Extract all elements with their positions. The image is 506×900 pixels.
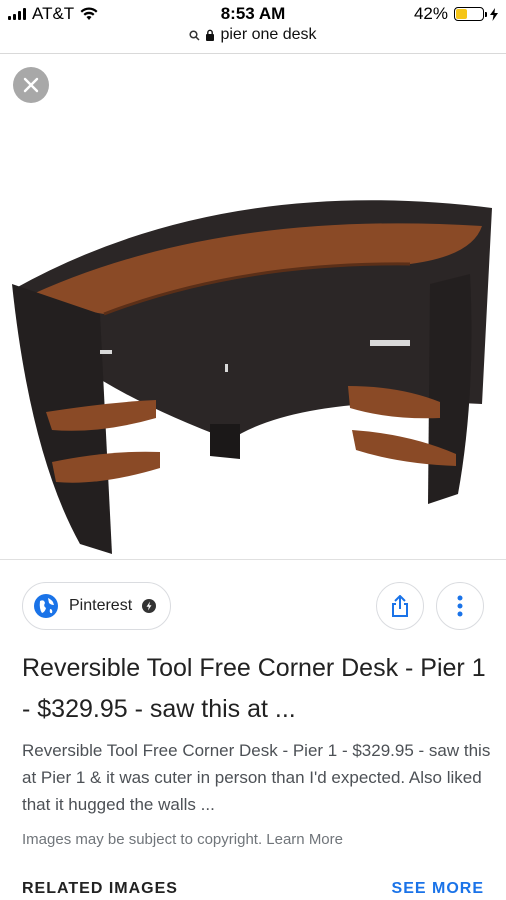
search-icon [189, 29, 200, 41]
close-button[interactable] [13, 67, 49, 103]
amp-lightning-icon [142, 599, 157, 613]
copyright-notice[interactable]: Images may be subject to copyright. Lear… [22, 831, 343, 848]
globe-icon [34, 594, 58, 618]
share-button[interactable] [376, 582, 424, 630]
charging-bolt-icon [490, 7, 498, 21]
result-description: Reversible Tool Free Corner Desk - Pier … [22, 741, 491, 814]
more-vert-icon [457, 595, 463, 617]
see-more-link[interactable]: SEE MORE [392, 880, 484, 898]
url-bar[interactable]: pier one desk [0, 26, 506, 52]
battery-percent: 42% [413, 4, 448, 23]
source-label: Pinterest [69, 597, 133, 614]
result-title[interactable]: Reversible Tool Free Corner Desk - Pier … [22, 648, 492, 730]
lock-icon [206, 29, 215, 41]
url-text: pier one desk [220, 26, 317, 43]
source-chip[interactable]: Pinterest [22, 582, 172, 630]
close-icon [23, 77, 39, 93]
share-icon [392, 595, 408, 617]
battery-icon [454, 7, 487, 21]
related-images-heading: RELATED IMAGES [22, 880, 178, 897]
image-viewer [0, 54, 506, 559]
divider [0, 559, 506, 560]
status-bar: AT&T 8:53 AM 42% [0, 0, 506, 26]
corner-desk-image [12, 200, 492, 554]
more-options-button[interactable] [436, 582, 484, 630]
